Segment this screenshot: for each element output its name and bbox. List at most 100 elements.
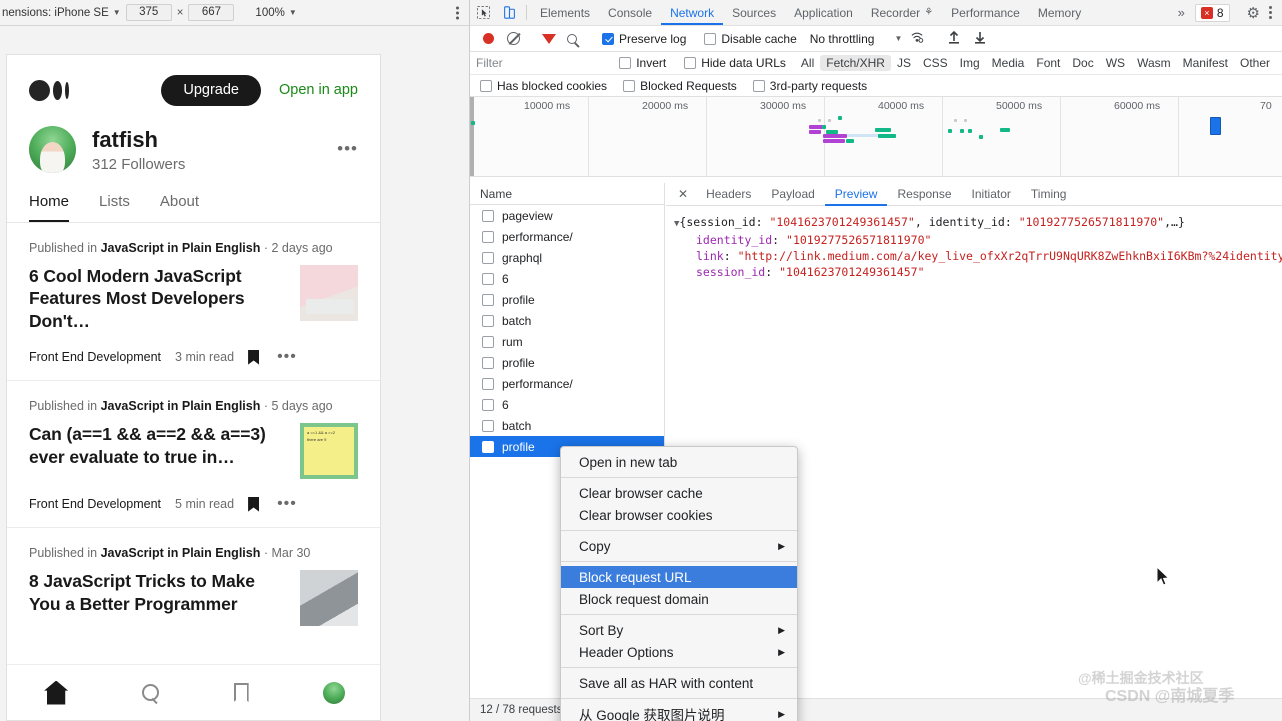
open-in-app-link[interactable]: Open in app xyxy=(279,82,358,98)
story-title[interactable]: Can (a==1 && a==2 && a==3) ever evaluate… xyxy=(29,423,288,468)
tab-lists[interactable]: Lists xyxy=(99,193,130,222)
device-toolbar-toggle-icon[interactable] xyxy=(496,0,522,25)
record-button[interactable] xyxy=(483,33,494,44)
tab-about[interactable]: About xyxy=(160,193,199,222)
profile-more-icon[interactable]: ••• xyxy=(337,139,358,159)
bookmark-icon[interactable] xyxy=(233,683,249,702)
inspect-element-icon[interactable] xyxy=(470,0,496,25)
device-dropdown-caret-icon[interactable]: ▼ xyxy=(113,8,121,17)
filter-type-font[interactable]: Font xyxy=(1030,55,1066,71)
request-row-6[interactable]: 6 xyxy=(470,394,664,415)
network-overview-timeline[interactable]: 10000 ms 20000 ms 30000 ms 40000 ms 5000… xyxy=(470,97,1282,177)
ctx-block-request-domain[interactable]: Block request domain xyxy=(561,588,797,610)
tab-console[interactable]: Console xyxy=(599,0,661,25)
filter-type-ws[interactable]: WS xyxy=(1100,55,1131,71)
tab-home[interactable]: Home xyxy=(29,193,70,222)
story-title[interactable]: 6 Cool Modern JavaScript Features Most D… xyxy=(29,265,288,332)
context-menu[interactable]: Open in new tab Clear browser cache Clea… xyxy=(560,446,798,721)
close-icon[interactable]: ✕ xyxy=(670,187,696,201)
import-har-icon[interactable] xyxy=(948,30,960,47)
row-checkbox-icon[interactable] xyxy=(482,335,494,348)
third-party-requests-checkbox[interactable]: 3rd-party requests xyxy=(752,79,867,93)
tab-application[interactable]: Application xyxy=(785,0,862,25)
request-row-performance[interactable]: performance/ xyxy=(470,226,664,247)
row-checkbox-icon[interactable] xyxy=(482,230,494,243)
detail-tab-preview[interactable]: Preview xyxy=(825,183,888,206)
avatar-icon[interactable] xyxy=(322,681,345,704)
filter-type-fetch-xhr[interactable]: Fetch/XHR xyxy=(820,55,891,71)
gear-icon[interactable]: ⚙ xyxy=(1247,4,1260,22)
has-blocked-cookies-checkbox[interactable]: Has blocked cookies xyxy=(480,79,607,93)
detail-tab-payload[interactable]: Payload xyxy=(761,183,824,206)
ctx-clear-browser-cache[interactable]: Clear browser cache xyxy=(561,482,797,504)
ctx-block-request-url[interactable]: Block request URL xyxy=(561,566,797,588)
hide-data-urls-checkbox[interactable]: Hide data URLs xyxy=(684,56,786,70)
detail-tab-headers[interactable]: Headers xyxy=(696,183,761,206)
preserve-log-checkbox[interactable]: Preserve log xyxy=(602,32,686,46)
column-header-name[interactable]: Name xyxy=(470,183,664,205)
filter-input[interactable]: Filter xyxy=(476,56,610,70)
avatar[interactable] xyxy=(29,125,76,173)
ctx-open-in-new-tab[interactable]: Open in new tab xyxy=(561,451,797,473)
publication-name[interactable]: JavaScript in Plain English xyxy=(101,546,261,560)
publication-name[interactable]: JavaScript in Plain English xyxy=(101,241,261,255)
network-conditions-icon[interactable] xyxy=(910,31,924,46)
throttling-dropdown[interactable]: No throttling ▼ xyxy=(810,32,903,46)
request-row-pageview[interactable]: pageview xyxy=(470,205,664,226)
home-icon[interactable] xyxy=(44,680,69,705)
request-row-rum[interactable]: rum xyxy=(470,331,664,352)
tab-sources[interactable]: Sources xyxy=(723,0,785,25)
story-card[interactable]: Published in JavaScript in Plain English… xyxy=(7,528,380,640)
device-zoom-caret-icon[interactable]: ▼ xyxy=(289,8,297,17)
detail-tab-response[interactable]: Response xyxy=(887,183,961,206)
tab-performance[interactable]: Performance xyxy=(942,0,1029,25)
request-row-profile[interactable]: profile xyxy=(470,352,664,373)
ctx-clear-browser-cookies[interactable]: Clear browser cookies xyxy=(561,504,797,526)
request-row-profile[interactable]: profile xyxy=(470,289,664,310)
story-more-icon[interactable]: ••• xyxy=(277,348,297,366)
ctx-save-all-as-har[interactable]: Save all as HAR with content xyxy=(561,672,797,694)
row-checkbox-icon[interactable] xyxy=(482,251,494,264)
tab-memory[interactable]: Memory xyxy=(1029,0,1090,25)
device-toolbar-kebab-icon[interactable] xyxy=(456,4,460,21)
row-checkbox-icon[interactable] xyxy=(482,293,494,306)
story-more-icon[interactable]: ••• xyxy=(277,495,297,513)
device-height-input[interactable]: 667 xyxy=(188,4,235,21)
filter-type-doc[interactable]: Doc xyxy=(1066,55,1099,71)
filter-type-all[interactable]: All xyxy=(795,55,820,71)
upgrade-button[interactable]: Upgrade xyxy=(161,75,261,106)
row-checkbox-icon[interactable] xyxy=(482,314,494,327)
story-tag[interactable]: Front End Development xyxy=(29,497,161,511)
more-tabs-icon[interactable]: » xyxy=(1172,5,1191,20)
row-checkbox-icon[interactable] xyxy=(482,272,494,285)
filter-type-other[interactable]: Other xyxy=(1234,55,1276,71)
search-icon[interactable] xyxy=(567,33,577,44)
filter-type-manifest[interactable]: Manifest xyxy=(1177,55,1234,71)
row-checkbox-icon[interactable] xyxy=(482,440,494,453)
story-tag[interactable]: Front End Development xyxy=(29,350,161,364)
filter-type-media[interactable]: Media xyxy=(986,55,1031,71)
clear-icon[interactable] xyxy=(507,32,520,45)
device-width-input[interactable]: 375 xyxy=(125,4,172,21)
row-checkbox-icon[interactable] xyxy=(482,398,494,411)
search-icon[interactable] xyxy=(142,684,160,701)
blocked-requests-checkbox[interactable]: Blocked Requests xyxy=(623,79,737,93)
overview-left-handle[interactable] xyxy=(470,97,474,176)
request-row-batch[interactable]: batch xyxy=(470,310,664,331)
request-row-graphql[interactable]: graphql xyxy=(470,247,664,268)
detail-tab-initiator[interactable]: Initiator xyxy=(962,183,1021,206)
row-checkbox-icon[interactable] xyxy=(482,356,494,369)
export-har-icon[interactable] xyxy=(974,31,986,47)
story-title[interactable]: 8 JavaScript Tricks to Make You a Better… xyxy=(29,570,288,615)
disable-cache-checkbox[interactable]: Disable cache xyxy=(704,32,797,46)
filter-type-js[interactable]: JS xyxy=(891,55,917,71)
story-card[interactable]: Published in JavaScript in Plain English… xyxy=(7,223,380,382)
medium-logo-icon[interactable] xyxy=(29,77,73,103)
row-checkbox-icon[interactable] xyxy=(482,419,494,432)
ctx-copy[interactable]: Copy ▶ xyxy=(561,535,797,557)
device-zoom-value[interactable]: 100% xyxy=(255,7,284,19)
ctx-google-image-description[interactable]: 从 Google 获取图片说明 ▶ xyxy=(561,703,797,721)
publication-name[interactable]: JavaScript in Plain English xyxy=(101,399,261,413)
tab-elements[interactable]: Elements xyxy=(531,0,599,25)
tab-network[interactable]: Network xyxy=(661,0,723,25)
